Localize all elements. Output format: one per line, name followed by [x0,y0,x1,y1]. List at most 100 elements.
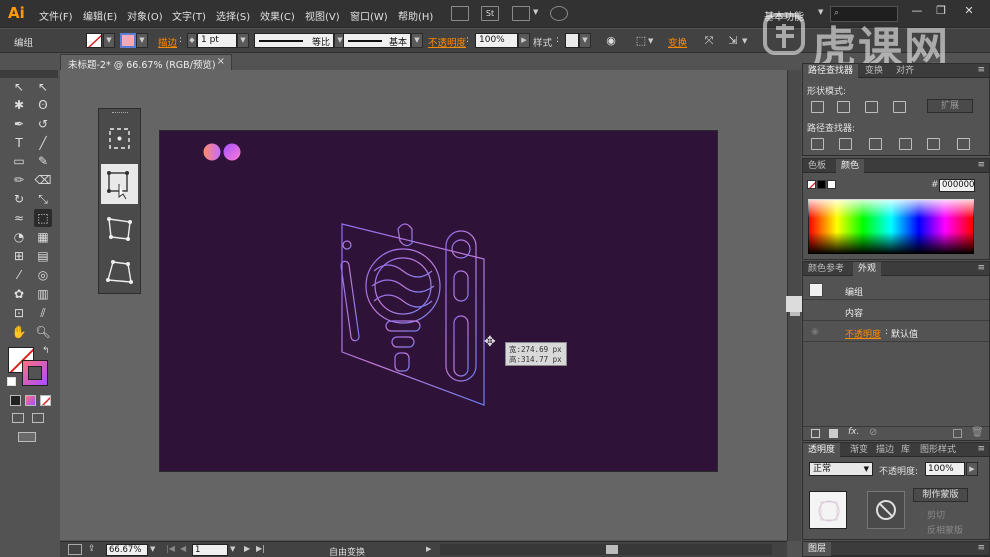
gradient-mode-icon[interactable] [25,395,36,406]
lasso-tool-icon[interactable]: ʘ [34,96,52,114]
tab-stroke[interactable]: 描边 [871,443,899,457]
line-segment-tool-icon[interactable]: ╱ [34,134,52,152]
style-dropdown[interactable]: ▼ [579,33,591,48]
artboard[interactable] [160,131,717,471]
merge-icon[interactable] [869,138,882,150]
tab-color-guide[interactable]: 颜色参考 [803,262,849,276]
minus-back-icon[interactable] [957,138,970,150]
panel-menu-icon[interactable]: ≡ [977,444,985,454]
stroke-swatch[interactable] [120,33,136,48]
variable-width-profile[interactable]: 等比 [254,33,334,48]
crop-icon[interactable] [899,138,912,150]
arrange-documents-icon[interactable] [512,6,530,21]
mesh-tool-icon[interactable]: ⊞ [10,247,28,265]
fill-swatch[interactable] [86,33,102,48]
horizontal-scrollbar-thumb[interactable] [606,545,618,554]
color-mode-icon[interactable] [10,395,21,406]
direct-selection-tool-icon[interactable]: ↖ [34,78,52,96]
status-menu-arrow[interactable]: ▶ [426,545,431,553]
menu-select[interactable]: 选择(S) [216,8,250,23]
hex-color-field[interactable]: 000000 [939,179,975,192]
rotate-tool-icon[interactable]: ↻ [10,190,28,208]
recolor-artwork-icon[interactable]: ◉ [604,34,618,48]
search-input[interactable]: ⌕ [830,6,898,22]
swap-fill-stroke-icon[interactable]: ↰ [42,346,50,356]
menu-edit[interactable]: 编辑(E) [83,8,117,23]
object-thumbnail[interactable] [809,491,847,529]
artboard-tool-icon[interactable]: ⊡ [10,304,28,322]
stroke-weight-field[interactable]: 1 pt [197,33,237,48]
add-effect-button[interactable]: fx. [848,427,859,437]
document-tab[interactable]: 未标题-2* @ 66.67% (RGB/预览) × [60,54,232,71]
brush-definition[interactable]: 基本 [343,33,411,48]
opacity-dropdown[interactable]: ▶ [518,33,530,48]
next-artboard-icon[interactable]: ▶ [244,544,250,553]
scale-tool-icon[interactable]: ⤡ [34,190,52,208]
tab-transform[interactable]: 变换 [860,64,888,78]
tab-swatches[interactable]: 色板 [803,159,831,173]
black-color-icon[interactable] [817,180,826,189]
last-artboard-icon[interactable]: ▶| [256,544,265,553]
appearance-row-opacity[interactable]: ◉ 不透明度 : 默认值 [803,322,989,342]
eyedropper-tool-icon[interactable]: ⁄ [10,266,28,284]
stock-icon[interactable]: St [481,6,499,21]
blend-mode-select[interactable]: 正常 ▼ [809,462,873,476]
tab-color[interactable]: 颜色 [836,159,865,173]
menu-object[interactable]: 对象(O) [127,8,163,23]
stroke-label[interactable]: 描边 [158,35,177,49]
menu-effect[interactable]: 效果(C) [260,8,295,23]
make-mask-button[interactable]: 制作蒙版 [913,488,968,502]
transform-link[interactable]: 变换 [668,35,687,49]
collapsed-panel-icon[interactable] [786,296,802,312]
chevron-down-icon[interactable]: ▼ [150,545,155,553]
divide-icon[interactable] [811,138,824,150]
mask-thumbnail[interactable] [867,491,905,529]
default-colors-icon[interactable] [7,377,16,386]
constrain-button[interactable] [101,119,138,159]
pencil-tool-icon[interactable]: ✏ [10,171,28,189]
draw-mode-icon[interactable] [12,413,24,423]
workspace-switcher[interactable]: 基本功能 [764,8,804,23]
panel-grip[interactable] [112,112,128,114]
slice-tool-icon[interactable]: ⫽ [34,304,52,322]
delete-item-icon[interactable]: 🗑︎ [971,427,984,438]
tab-appearance[interactable]: 外观 [853,262,882,276]
chevron-down-icon[interactable]: ▼ [230,545,235,553]
magic-wand-tool-icon[interactable]: ✱ [10,96,28,114]
visibility-eye-icon[interactable]: ◉ [811,327,819,337]
chevron-down-icon[interactable]: ▼ [648,37,653,45]
first-artboard-icon[interactable]: |◀ [166,544,175,553]
artboard-nav-icon[interactable] [68,544,82,555]
stroke-stepper[interactable]: ◆ [187,33,197,48]
none-mode-icon[interactable] [40,395,51,406]
menu-help[interactable]: 帮助(H) [398,8,433,23]
minus-front-icon[interactable] [837,101,850,113]
menu-type[interactable]: 文字(T) [172,8,206,23]
tab-libraries[interactable]: 库 [896,443,915,457]
opacity-link[interactable]: 不透明度 [845,327,881,340]
fill-dropdown[interactable]: ▼ [103,33,115,48]
gpu-performance-icon[interactable] [550,6,568,21]
chevron-down-icon[interactable]: ▼ [533,8,538,16]
gradient-tool-icon[interactable]: ▤ [34,247,52,265]
free-transform-button[interactable] [101,164,138,204]
blend-tool-icon[interactable]: ◎ [34,266,52,284]
chevron-down-icon[interactable]: ▼ [818,8,823,16]
arrange-icon[interactable]: ⇲ [726,34,740,48]
shape-builder-tool-icon[interactable]: ◔ [10,228,28,246]
horizontal-scrollbar[interactable] [440,544,772,555]
appearance-row-contents[interactable]: 内容 [803,301,989,321]
expand-button[interactable]: 扩展 [927,99,973,113]
tab-pathfinder[interactable]: 路径查找器 [803,64,859,78]
eraser-tool-icon[interactable]: ⌫ [34,171,52,189]
intersect-icon[interactable] [865,101,878,113]
free-transform-tool-icon[interactable]: ⬚ [34,209,52,227]
opacity-label[interactable]: 不透明度 [428,35,466,49]
zoom-field[interactable]: 66.67% [106,544,148,556]
tab-gradient[interactable]: 渐变 [845,443,873,457]
stroke-weight-dropdown[interactable]: ▼ [237,33,249,48]
pen-tool-icon[interactable]: ✒ [10,115,28,133]
clip-checkbox[interactable] [913,508,923,518]
menu-window[interactable]: 窗口(W) [350,8,388,23]
close-tab-icon[interactable]: × [217,56,225,67]
